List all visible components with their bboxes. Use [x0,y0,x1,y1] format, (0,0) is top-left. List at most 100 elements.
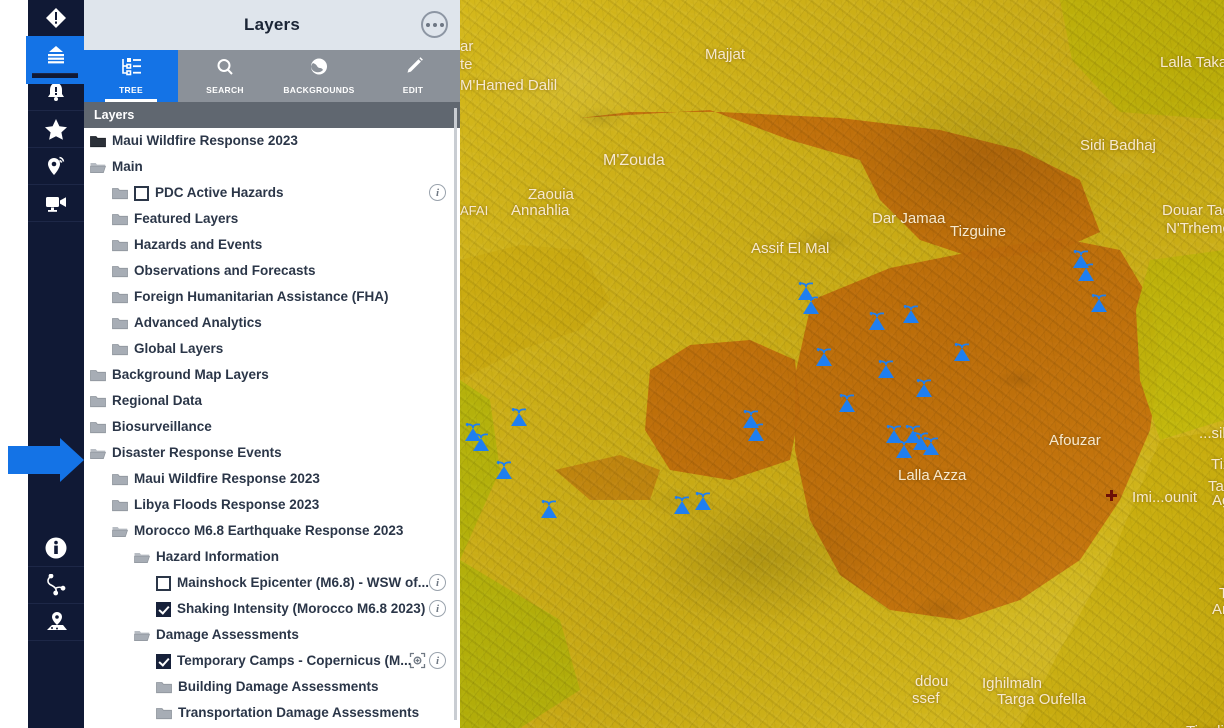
folder-closed-icon[interactable] [156,681,172,694]
rail-item-video-camera[interactable] [28,185,84,222]
layer-checkbox[interactable] [156,601,171,617]
folder-closed-icon[interactable] [90,395,106,408]
folder-closed-icon[interactable] [90,369,106,382]
tree-row[interactable]: Shaking Intensity (Morocco M6.8 2023) i [84,596,460,622]
tree-row-label: Transportation Damage Assessments [178,705,420,720]
folder-open-icon[interactable] [134,551,150,564]
tree-row[interactable]: Global Layers [84,336,460,362]
tree-row[interactable]: Morocco M6.8 Earthquake Response 2023 [84,518,460,544]
tree-row-label: Biosurveillance [112,419,212,434]
tree-row-label: PDC Active Hazards [155,185,284,200]
folder-closed-icon[interactable] [156,707,172,720]
info-icon[interactable]: i [429,574,446,591]
tree-list-icon [120,57,142,82]
rail-item-location-signal[interactable] [28,148,84,185]
rail-item-alert-bell[interactable] [28,74,84,111]
tree-row[interactable]: Transportation Damage Assessments [84,700,460,726]
tree-row-label: Foreign Humanitarian Assistance (FHA) [134,289,389,304]
tree-row-label: Background Map Layers [112,367,269,382]
folder-closed-icon[interactable] [112,239,128,252]
folder-closed-icon[interactable] [90,421,106,434]
tree-row[interactable]: Damage Assessments [84,622,460,648]
tree-row[interactable]: Maui Wildfire Response 2023 [84,128,460,154]
video-camera-icon [44,192,68,214]
tree-row[interactable]: Building Damage Assessments [84,674,460,700]
tree-row-label: Maui Wildfire Response 2023 [134,471,320,486]
folder-closed-icon[interactable] [112,499,128,512]
tree-row-label: Main [112,159,143,174]
tab-backgrounds[interactable]: BACKGROUNDS [272,50,366,102]
layer-tree[interactable]: Maui Wildfire Response 2023 Main PDC Activ… [84,128,460,728]
folder-closed-icon[interactable] [112,473,128,486]
zoom-to-extent-icon[interactable] [409,652,426,669]
tree-row[interactable]: Main [84,154,460,180]
tree-row[interactable]: Disaster Response Events [84,440,460,466]
info-circle-icon [44,536,68,560]
rail-item-info-circle[interactable] [28,530,84,567]
panel-tabbar: TREE SEARCH BACKGROUNDS EDIT [84,50,460,102]
rail-item-hazard-diamond[interactable] [28,0,84,37]
folder-open-icon[interactable] [134,629,150,642]
layer-checkbox[interactable] [156,575,171,591]
rail-item-star[interactable] [28,111,84,148]
location-signal-icon [45,155,67,177]
dot [439,22,444,27]
tree-scrollbar[interactable] [454,108,457,720]
map-canvas[interactable]: MajjatLalla TakararteM'Hamed DalilSidi B… [460,0,1224,728]
star-icon [44,118,68,140]
tree-row[interactable]: Featured Layers [84,206,460,232]
info-icon[interactable]: i [429,600,446,617]
tree-row-label: Shaking Intensity (Morocco M6.8 2023) [177,601,426,616]
info-icon[interactable]: i [429,184,446,201]
folder-open-icon[interactable] [112,525,128,538]
ellipsis-icon[interactable] [421,11,448,38]
tree-row[interactable]: Temporary Camps - Copernicus (M... i [84,648,460,674]
search-icon [214,57,236,82]
tab-label: BACKGROUNDS [283,85,355,95]
tree-row[interactable]: Libya Floods Response 2023 [84,492,460,518]
folder-closed-icon[interactable] [112,213,128,226]
tab-search[interactable]: SEARCH [178,50,272,102]
rail-item-route-path[interactable] [28,567,84,604]
layer-checkbox[interactable] [134,185,149,201]
tree-row-label: Hazard Information [156,549,280,564]
tree-row[interactable]: Observations and Forecasts [84,258,460,284]
tree-row[interactable]: Biosurveillance [84,414,460,440]
section-label: Layers [94,108,135,122]
map-pin-icon [44,610,68,634]
panel-header: Layers [84,0,460,50]
row-actions: i [429,574,446,591]
tree-row-label: Morocco M6.8 Earthquake Response 2023 [134,523,404,538]
layer-checkbox[interactable] [156,653,171,669]
epicenter-marker[interactable] [1106,490,1117,501]
folder-closed-icon[interactable] [112,291,128,304]
row-actions: i [429,600,446,617]
folder-closed-icon[interactable] [112,343,128,356]
folder-closed-icon[interactable] [112,317,128,330]
tab-edit[interactable]: EDIT [366,50,460,102]
rail-item-map-pin[interactable] [28,604,84,641]
left-icon-rail [28,0,84,728]
tree-row[interactable]: Advanced Analytics [84,310,460,336]
tree-row[interactable]: Hazards and Events [84,232,460,258]
folder-closed-icon[interactable] [112,187,128,200]
tree-row[interactable]: PDC Active Hazards i [84,180,460,206]
folder-open-icon[interactable] [90,161,106,174]
tree-row-label: Observations and Forecasts [134,263,316,278]
tree-row[interactable]: Foreign Humanitarian Assistance (FHA) [84,284,460,310]
tree-row-label: Damage Assessments [156,627,299,642]
folder-open-icon[interactable] [90,447,106,460]
pencil-icon [402,57,424,82]
tab-tree[interactable]: TREE [84,50,178,102]
folder-closed-dark-icon[interactable] [90,135,106,148]
tree-row[interactable]: Regional Data [84,388,460,414]
tab-label: TREE [119,85,143,95]
layers-panel: Layers TREE SEARCH BACKGROUNDS EDIT Laye… [84,0,460,728]
rail-item-layers[interactable] [28,37,84,74]
info-icon[interactable]: i [429,652,446,669]
tree-row[interactable]: Maui Wildfire Response 2023 [84,466,460,492]
tree-row[interactable]: Hazard Information [84,544,460,570]
tree-row[interactable]: Background Map Layers [84,362,460,388]
folder-closed-icon[interactable] [112,265,128,278]
tree-row[interactable]: Mainshock Epicenter (M6.8) - WSW of... i [84,570,460,596]
